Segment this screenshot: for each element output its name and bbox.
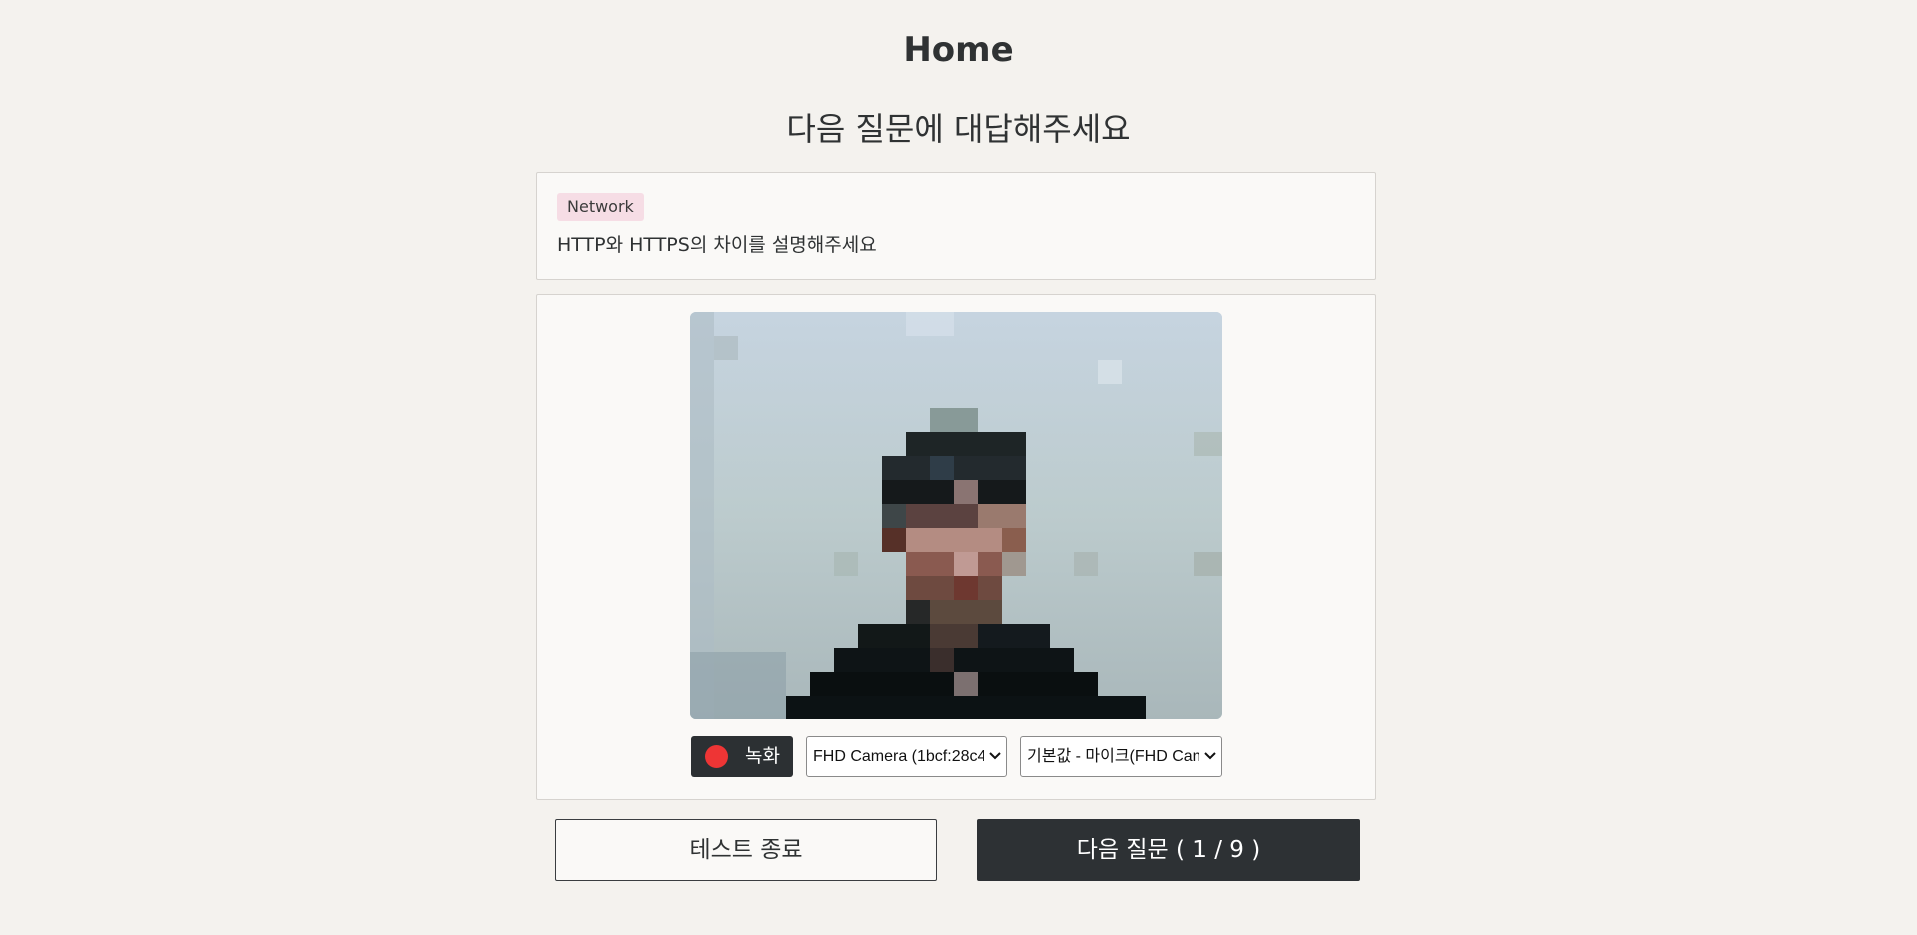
camera-select[interactable]: FHD Camera (1bcf:28c4) [806,736,1007,777]
question-card: Network HTTP와 HTTPS의 차이를 설명해주세요 [536,172,1376,280]
prompt-heading: 다음 질문에 대답해주세요 [786,110,1131,148]
record-button[interactable]: 녹화 [691,736,793,777]
record-label: 녹화 [745,745,780,767]
interview-page: Home 다음 질문에 대답해주세요 Network HTTP와 HTTPS의 … [0,0,1917,935]
chevron-down-icon [1204,752,1216,760]
camera-preview [690,312,1222,719]
camera-select-value: FHD Camera (1bcf:28c4) [813,748,984,765]
recorder-card: 녹화 FHD Camera (1bcf:28c4) 기본값 - 마이크(FHD … [536,294,1376,800]
microphone-select-value: 기본값 - 마이크(FHD Camera Microphone) [1027,748,1199,765]
question-progress: ( 1 / 9 ) [1176,837,1261,863]
chevron-down-icon [989,752,1001,760]
end-test-button[interactable]: 테스트 종료 [555,819,937,881]
microphone-select[interactable]: 기본값 - 마이크(FHD Camera Microphone) [1020,736,1222,777]
record-icon [705,745,728,768]
camera-preview-image [690,312,1222,719]
page-title[interactable]: Home [0,26,1917,74]
question-text: HTTP와 HTTPS의 차이를 설명해주세요 [557,234,877,256]
next-question-label: 다음 질문 [1076,837,1169,863]
next-question-button[interactable]: 다음 질문 ( 1 / 9 ) [977,819,1360,881]
category-badge: Network [557,193,644,221]
